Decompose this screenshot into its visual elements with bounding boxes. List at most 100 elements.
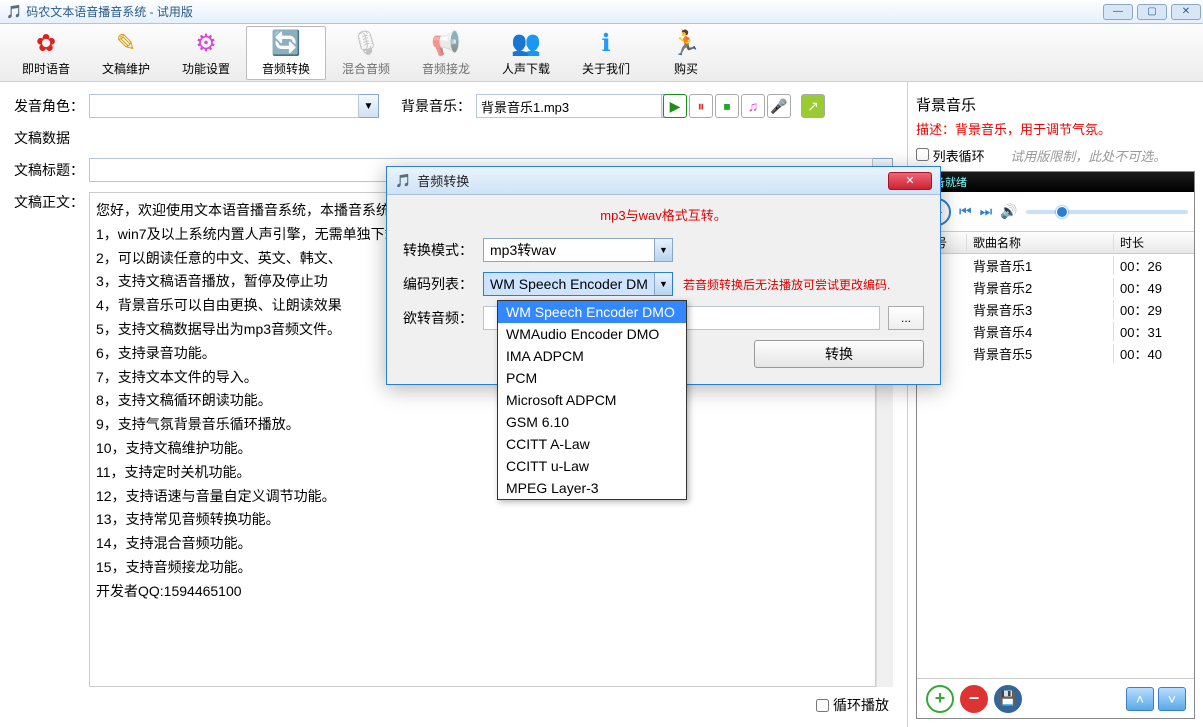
maximize-button[interactable]: ▢ bbox=[1137, 4, 1167, 20]
stop-button[interactable]: ⏹ bbox=[715, 94, 739, 118]
playlist-save-button[interactable]: 💾 bbox=[994, 685, 1022, 713]
toolbar-即时语音[interactable]: ✿即时语音 bbox=[6, 26, 86, 80]
playlist: 准备就绪 ▶ ⏮ ⏭ 🔊 序号 歌曲名称 时长 背景音乐100：26背景音乐20… bbox=[916, 171, 1195, 719]
chevron-down-icon: ▼ bbox=[654, 239, 672, 261]
playlist-next-button[interactable]: ⏭ bbox=[980, 203, 993, 220]
playlist-down-button[interactable]: ˅ bbox=[1158, 687, 1186, 711]
toolbar-label: 功能设置 bbox=[182, 60, 230, 77]
slider-thumb[interactable] bbox=[1056, 206, 1068, 218]
encoder-label: 编码列表： bbox=[403, 274, 483, 294]
role-select[interactable] bbox=[89, 94, 359, 118]
toolbar-混合音频[interactable]: 🎙 混合音频 bbox=[326, 26, 406, 80]
toolbar-购买[interactable]: 🏃购买 bbox=[646, 26, 726, 80]
encoder-option[interactable]: MPEG Layer-3 bbox=[498, 477, 686, 499]
song-duration: 00：26 bbox=[1114, 256, 1194, 275]
playlist-up-button[interactable]: ˄ bbox=[1126, 687, 1154, 711]
playlist-row[interactable]: 背景音乐300：29 bbox=[917, 298, 1194, 320]
mic-button[interactable]: 🎤 bbox=[767, 94, 791, 118]
playlist-remove-button[interactable]: − bbox=[960, 685, 988, 713]
toolbar-icon: 📢 bbox=[432, 30, 460, 58]
body-line: 15，支持音频接龙功能。 bbox=[96, 556, 869, 580]
playlist-add-button[interactable]: + bbox=[926, 685, 954, 713]
export-icon: ↗ bbox=[807, 98, 819, 115]
bgm-select[interactable] bbox=[476, 94, 662, 118]
pause-button[interactable]: ⏸ bbox=[689, 94, 713, 118]
play-button[interactable]: ▶ bbox=[663, 94, 687, 118]
app-icon: 🎵 bbox=[6, 4, 22, 20]
playlist-row[interactable]: 背景音乐200：49 bbox=[917, 276, 1194, 298]
pause-icon: ⏸ bbox=[698, 98, 705, 115]
toolbar-功能设置[interactable]: ⚙ 功能设置 bbox=[166, 26, 246, 80]
encoder-select[interactable]: WM Speech Encoder DM ▼ bbox=[483, 272, 673, 296]
encoder-option[interactable]: WM Speech Encoder DMO bbox=[498, 301, 686, 323]
toolbar-关于我们[interactable]: ℹ关于我们 bbox=[566, 26, 646, 80]
toolbar-icon: 🎙 bbox=[352, 30, 380, 58]
toolbar-label: 人声下载 bbox=[502, 60, 550, 77]
mode-value: mp3转wav bbox=[490, 240, 556, 260]
encoder-option[interactable]: Microsoft ADPCM bbox=[498, 389, 686, 411]
path-label: 欲转音频： bbox=[403, 308, 483, 328]
playlist-prev-button[interactable]: ⏮ bbox=[959, 203, 972, 220]
song-name: 背景音乐2 bbox=[967, 278, 1114, 297]
list-loop-checkbox[interactable] bbox=[916, 148, 929, 161]
encoder-option[interactable]: GSM 6.10 bbox=[498, 411, 686, 433]
playlist-row[interactable]: 背景音乐400：31 bbox=[917, 320, 1194, 342]
toolbar-label: 混合音频 bbox=[342, 60, 390, 77]
chevron-up-icon: ˄ bbox=[1136, 691, 1144, 707]
right-panel: 背景音乐 描述：背景音乐，用于调节气氛。 列表循环 试用版限制，此处不可选。 准… bbox=[908, 82, 1203, 727]
playlist-status: 准备就绪 bbox=[917, 172, 1194, 192]
chevron-down-icon: ˅ bbox=[1168, 691, 1176, 707]
col-duration: 时长 bbox=[1114, 234, 1194, 251]
plus-icon: + bbox=[935, 688, 946, 709]
toolbar-icon: 🏃 bbox=[672, 30, 700, 58]
encoder-option[interactable]: IMA ADPCM bbox=[498, 345, 686, 367]
encoder-dropdown-list[interactable]: WM Speech Encoder DMOWMAudio Encoder DMO… bbox=[497, 300, 687, 500]
encoder-option[interactable]: PCM bbox=[498, 367, 686, 389]
title-bar: 🎵 码农文本语音播音系统 - 试用版 — ▢ ✕ bbox=[0, 0, 1203, 24]
mic-icon: 🎤 bbox=[770, 98, 787, 115]
music-button[interactable]: ♫ bbox=[741, 94, 765, 118]
chevron-down-icon: ▼ bbox=[654, 273, 672, 295]
mode-label: 转换模式： bbox=[403, 240, 483, 260]
stop-icon: ⏹ bbox=[724, 98, 731, 115]
bgm-panel-title: 背景音乐 bbox=[916, 94, 1195, 115]
list-loop-label: 列表循环 bbox=[933, 149, 985, 164]
playlist-volume-icon[interactable]: 🔊 bbox=[1000, 203, 1017, 220]
save-icon: 💾 bbox=[999, 690, 1016, 707]
encoder-option[interactable]: CCITT A-Law bbox=[498, 433, 686, 455]
body-line: 14，支持混合音频功能。 bbox=[96, 532, 869, 556]
loop-checkbox[interactable] bbox=[816, 699, 829, 712]
browse-button[interactable]: ... bbox=[888, 306, 924, 330]
toolbar-label: 音频接龙 bbox=[422, 60, 470, 77]
playlist-slider[interactable] bbox=[1026, 210, 1188, 214]
toolbar-icon: ✎ bbox=[112, 30, 140, 58]
doc-body-label: 文稿正文： bbox=[14, 192, 89, 687]
encoder-option[interactable]: CCITT u-Law bbox=[498, 455, 686, 477]
close-button[interactable]: ✕ bbox=[1171, 4, 1201, 20]
music-icon: ♫ bbox=[748, 98, 759, 114]
song-duration: 00：40 bbox=[1114, 344, 1194, 363]
toolbar-音频转换[interactable]: 🔄音频转换 bbox=[246, 26, 326, 80]
toolbar-人声下载[interactable]: 👥人声下载 bbox=[486, 26, 566, 80]
body-line: 9，支持气氛背景音乐循环播放。 bbox=[96, 413, 869, 437]
playlist-body: 背景音乐100：26背景音乐200：49背景音乐300：29背景音乐400：31… bbox=[917, 254, 1194, 678]
toolbar-icon: ⚙ bbox=[192, 30, 220, 58]
toolbar-icon: ✿ bbox=[32, 30, 60, 58]
minimize-button[interactable]: — bbox=[1103, 4, 1133, 20]
encoder-option[interactable]: WMAudio Encoder DMO bbox=[498, 323, 686, 345]
dialog-note: mp3与wav格式互转。 bbox=[403, 205, 924, 224]
mode-select[interactable]: mp3转wav ▼ bbox=[483, 238, 673, 262]
toolbar-文稿维护[interactable]: ✎文稿维护 bbox=[86, 26, 166, 80]
convert-button[interactable]: 转换 bbox=[754, 340, 924, 368]
toolbar-label: 关于我们 bbox=[582, 60, 630, 77]
list-loop-hint: 试用版限制，此处不可选。 bbox=[1010, 149, 1166, 164]
col-name: 歌曲名称 bbox=[967, 234, 1114, 251]
playlist-row[interactable]: 背景音乐100：26 bbox=[917, 254, 1194, 276]
role-dropdown-icon[interactable]: ▼ bbox=[359, 94, 379, 118]
playlist-row[interactable]: 背景音乐500：40 bbox=[917, 342, 1194, 364]
song-name: 背景音乐1 bbox=[967, 256, 1114, 275]
playlist-header: 序号 歌曲名称 时长 bbox=[917, 232, 1194, 254]
toolbar-音频接龙[interactable]: 📢 音频接龙 bbox=[406, 26, 486, 80]
export-button[interactable]: ↗ bbox=[801, 94, 825, 118]
dialog-close-button[interactable]: ✕ bbox=[888, 172, 932, 190]
